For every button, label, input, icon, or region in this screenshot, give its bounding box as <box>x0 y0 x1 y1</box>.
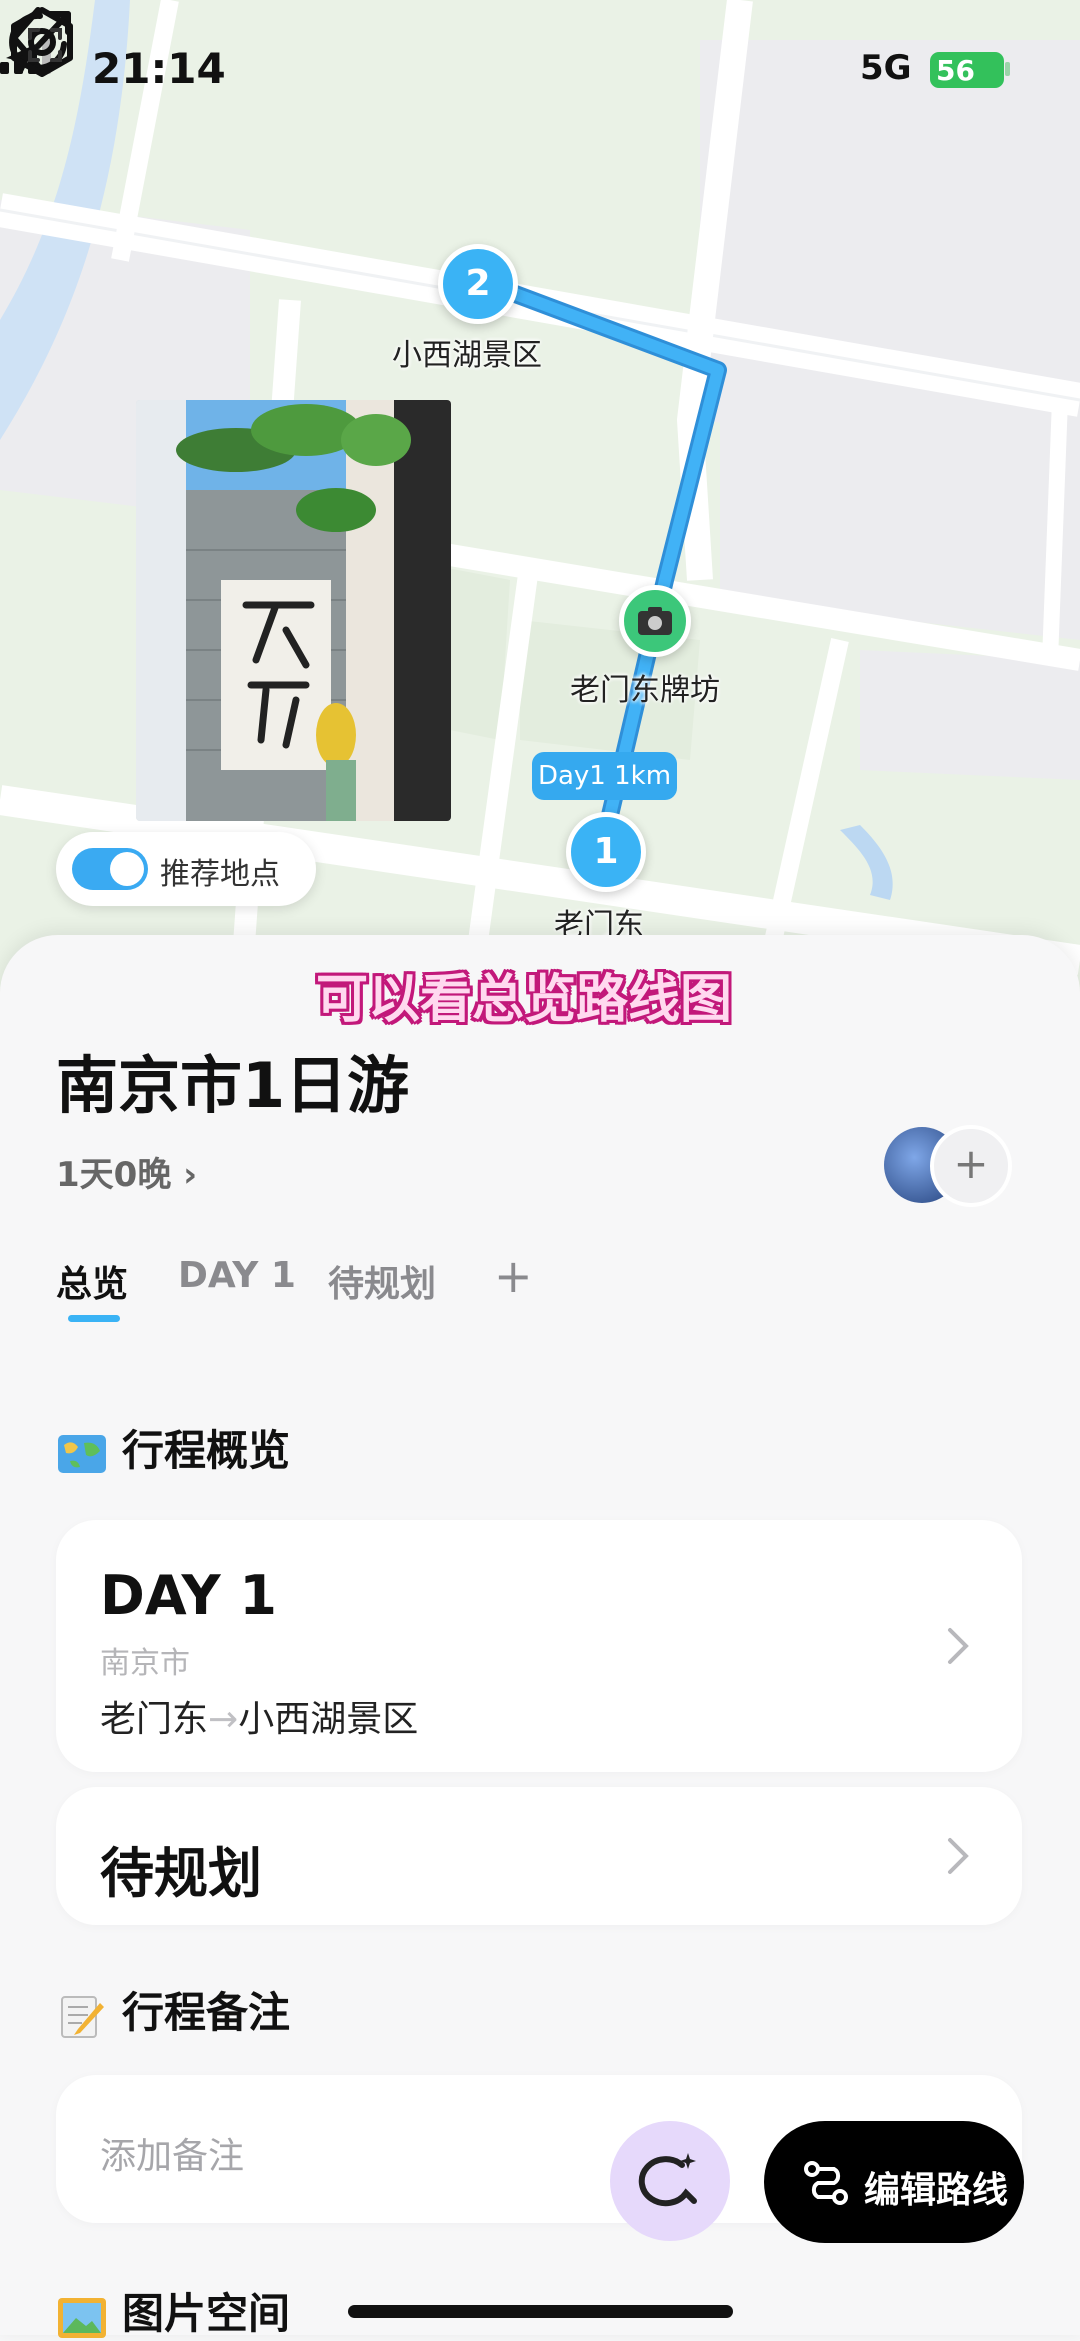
ai-chat-icon <box>638 2153 697 2207</box>
toggle-knob <box>110 852 144 886</box>
trip-title[interactable]: 南京市1日游 <box>56 1035 409 1125</box>
route-stop-2-label: 小西湖景区 <box>392 338 542 373</box>
status-time: 21:14 <box>92 44 226 93</box>
photo-spot-pin[interactable] <box>619 585 691 657</box>
network-type: 5G <box>860 48 912 88</box>
edit-route-button[interactable]: 编辑路线 <box>764 2121 1024 2243</box>
tab-overview[interactable]: 总览 <box>56 1255 128 1307</box>
location-photo-thumbnail[interactable] <box>136 400 451 821</box>
recommend-places-label: 推荐地点 <box>160 857 280 892</box>
chevron-right-icon <box>948 1838 969 1874</box>
ai-assistant-button[interactable] <box>610 2121 730 2241</box>
tab-day-1[interactable]: DAY 1 <box>178 1255 296 1296</box>
day-card-city: 南京市 <box>100 1646 190 1681</box>
route-edit-icon <box>804 2161 848 2205</box>
route-to: 小西湖景区 <box>238 1699 419 1740</box>
route-stop-1-pin[interactable]: 1 <box>566 812 646 892</box>
itinerary-notes-heading: 行程备注 <box>56 1979 290 2040</box>
itinerary-notes-label: 行程备注 <box>122 1988 291 2037</box>
active-tab-indicator <box>68 1315 120 1322</box>
home-indicator <box>348 2305 733 2318</box>
itinerary-overview-heading: 行程概览 <box>56 1417 290 1478</box>
route-stop-1-number: 1 <box>593 831 619 872</box>
tab-add[interactable]: + <box>494 1249 533 1303</box>
photo-space-heading: 图片空间 <box>56 2280 290 2341</box>
camera-icon <box>638 607 672 635</box>
route-stop-2-number: 2 <box>465 263 491 304</box>
trip-duration[interactable]: 1天0晚 › <box>56 1147 197 1196</box>
battery-tip <box>1005 62 1010 76</box>
battery-icon: 56 <box>930 52 1004 88</box>
note-placeholder: 添加备注 <box>100 2136 245 2177</box>
fullscreen-button[interactable] <box>0 0 90 90</box>
route-map[interactable]: 21:14 5G 56 2 小西湖景区 老门东牌坊 Day1 1km 1 老门东… <box>0 0 1080 1000</box>
fullscreen-icon <box>28 28 62 62</box>
world-map-icon <box>58 1434 106 1473</box>
picture-icon <box>58 2297 106 2338</box>
trip-bottom-sheet[interactable]: 可以看总览路线图 南京市1日游 1天0晚 › + 总览 DAY 1 待规划 + … <box>0 935 1080 2338</box>
edit-route-label: 编辑路线 <box>864 2170 1009 2211</box>
route-stop-2-pin[interactable]: 2 <box>438 244 518 324</box>
tab-pending[interactable]: 待规划 <box>328 1255 436 1307</box>
pending-card-title: 待规划 <box>100 1842 262 1905</box>
recommend-places-toggle[interactable]: 推荐地点 <box>56 832 316 906</box>
itinerary-overview-label: 行程概览 <box>122 1426 291 1475</box>
add-member-button[interactable]: + <box>930 1125 1012 1207</box>
day-1-card[interactable]: DAY 1 南京市 老门东→小西湖景区 <box>56 1520 1022 1772</box>
pending-plan-card[interactable]: 待规划 <box>56 1787 1022 1925</box>
route-from: 老门东 <box>100 1699 209 1740</box>
video-caption: 可以看总览路线图 <box>316 970 733 1030</box>
memo-icon <box>61 1995 104 2038</box>
trip-members[interactable]: + <box>884 1125 1024 1207</box>
route-arrow: → <box>208 1699 239 1740</box>
day-card-route: 老门东→小西湖景区 <box>100 1690 418 1742</box>
day-card-title: DAY 1 <box>100 1564 277 1627</box>
toggle-switch[interactable] <box>72 848 148 890</box>
battery-level: 56 <box>936 54 975 87</box>
distance-tag: Day1 1km <box>532 752 677 800</box>
location-photo <box>136 400 451 821</box>
photo-space-label: 图片空间 <box>122 2289 291 2338</box>
chevron-right-icon <box>948 1628 969 1664</box>
photo-spot-label: 老门东牌坊 <box>570 673 720 708</box>
status-bar: 21:14 5G 56 <box>0 40 1080 110</box>
